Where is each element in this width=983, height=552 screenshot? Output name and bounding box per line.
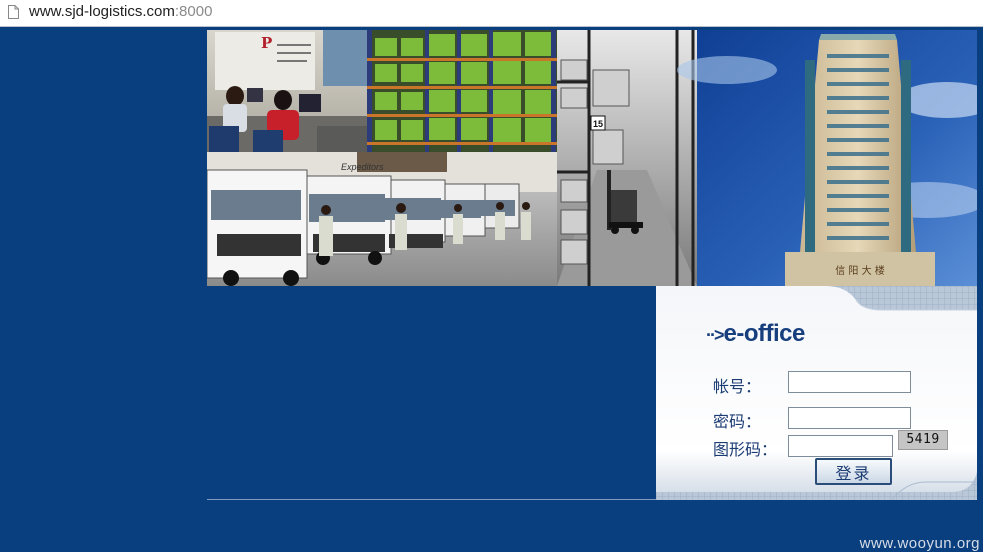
captcha-image[interactable]: 5419: [898, 430, 948, 450]
account-input[interactable]: [788, 371, 911, 393]
arrow-icon: ··>: [706, 325, 724, 345]
captcha-label: 图形码：: [713, 440, 778, 459]
warehouse-photo: [367, 30, 557, 152]
url-port: :8000: [174, 3, 213, 20]
address-bar[interactable]: www.sjd-logistics.com:8000: [0, 0, 983, 27]
rack-number: 15: [593, 119, 603, 129]
trucks-photo: Expeditors: [207, 152, 557, 286]
eoffice-brand-text: e-office: [723, 320, 806, 347]
office-photo: P: [207, 30, 367, 152]
banner-collage: P 15 Expeditors 信 阳 大 楼: [207, 30, 977, 286]
url-host: www.sjd-logistics.com: [29, 3, 175, 20]
password-input[interactable]: [788, 407, 911, 429]
building-photo: 信 阳 大 楼: [677, 30, 977, 286]
eoffice-logo: ··>e-office: [706, 320, 805, 348]
truck-label: Expeditors: [341, 162, 384, 172]
aisle-photo: 15: [557, 30, 697, 286]
password-label: 密码：: [713, 412, 762, 431]
login-panel: ··>e-office 帐号： 密码： 图形码： 5419 登录: [656, 286, 977, 500]
url-text[interactable]: www.sjd-logistics.com:8000: [29, 3, 212, 21]
watermark: www.wooyun.org: [859, 535, 980, 552]
page-icon: [8, 5, 19, 19]
captcha-input[interactable]: [788, 435, 893, 457]
svg-text:P: P: [261, 34, 272, 52]
building-sign: 信 阳 大 楼: [835, 264, 885, 277]
login-button[interactable]: 登录: [815, 458, 892, 485]
account-label: 帐号：: [713, 377, 762, 396]
bottom-divider: [207, 499, 656, 500]
